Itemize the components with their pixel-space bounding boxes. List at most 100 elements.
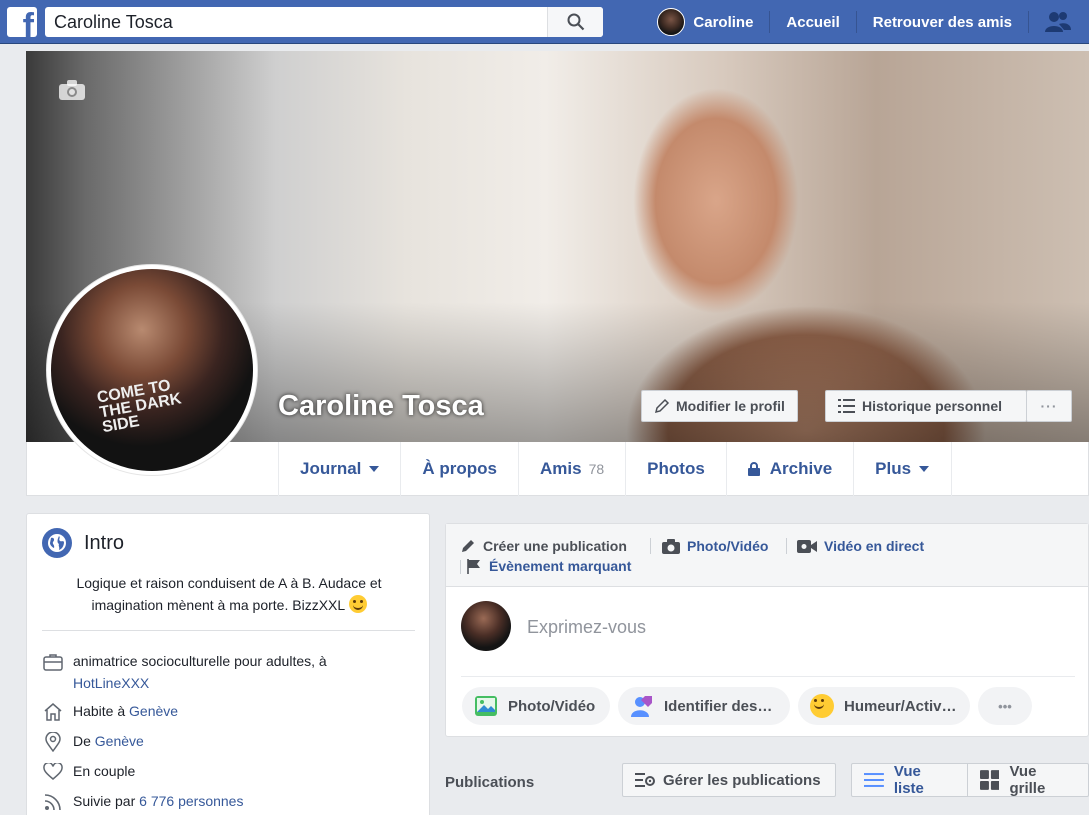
- manage-posts-icon: [635, 773, 655, 787]
- tab-archive-label: Archive: [769, 459, 833, 478]
- composer-input[interactable]: Exprimez-vous: [527, 617, 646, 638]
- profile-picture[interactable]: COME TO THE DARK SIDE: [46, 264, 258, 476]
- nav-home-label: Accueil: [786, 13, 840, 31]
- tab-photos-label: Photos: [647, 459, 705, 478]
- more-actions-button[interactable]: •••: [978, 687, 1032, 725]
- nav-home[interactable]: Accueil: [770, 11, 857, 33]
- nav-avatar: [657, 8, 686, 36]
- nav-profile[interactable]: Caroline: [641, 8, 771, 36]
- activity-log-label: Historique personnel: [862, 398, 1003, 414]
- more-options-dots: ···: [1040, 398, 1058, 414]
- work-link[interactable]: HotLineXXX: [73, 675, 149, 691]
- more-options-button[interactable]: ···: [1026, 390, 1072, 422]
- from-text: De: [73, 733, 91, 749]
- tab-photos[interactable]: Photos: [625, 442, 726, 496]
- lives-link[interactable]: Genève: [129, 703, 178, 719]
- grid-view-icon: [979, 770, 1000, 790]
- info-work: animatrice socioculturelle pour adultes,…: [41, 650, 411, 694]
- followers-link[interactable]: 6 776 personnes: [139, 793, 243, 809]
- video-camera-icon: [797, 539, 817, 553]
- tab-more[interactable]: Plus: [853, 442, 953, 496]
- nav-find-friends-label: Retrouver des amis: [872, 13, 1012, 31]
- create-post-tab[interactable]: Créer une publication: [460, 538, 627, 554]
- info-relationship: En couple: [41, 760, 411, 784]
- update-cover-button[interactable]: [58, 79, 86, 106]
- list-icon: [838, 399, 855, 413]
- photo-video-tab[interactable]: Photo/Vidéo: [662, 538, 768, 554]
- nav-find-friends[interactable]: Retrouver des amis: [857, 11, 1029, 33]
- intro-bio: Logique et raison conduisent de A à B. A…: [51, 572, 407, 616]
- smiley-icon: [810, 694, 834, 718]
- briefcase-icon: [43, 654, 63, 671]
- intro-bio-text: Logique et raison conduisent de A à B. A…: [76, 575, 382, 613]
- profile-tabs: Journal À propos Amis 78 Photos Archive P…: [278, 442, 953, 496]
- list-view-label: Vue liste: [893, 763, 924, 797]
- followed-text: Suivie par: [73, 793, 136, 809]
- photo-video-tab-label: Photo/Vidéo: [687, 538, 769, 554]
- facebook-logo[interactable]: f: [7, 7, 37, 37]
- edit-profile-label: Modifier le profil: [676, 398, 785, 414]
- live-video-tab[interactable]: Vidéo en direct: [797, 538, 924, 554]
- pencil-icon: [462, 540, 474, 552]
- edit-profile-button[interactable]: Modifier le profil: [641, 390, 798, 422]
- list-view-icon: [864, 773, 884, 787]
- feeling-activity-label: Humeur/Activ…: [844, 697, 957, 715]
- life-event-label: Évènement marquant: [489, 558, 632, 574]
- top-navigation-bar: f Caroline Accueil Retrouver des amis: [0, 0, 1089, 44]
- photo-icon: [475, 696, 497, 716]
- tab-friends-label: Amis: [540, 459, 582, 478]
- search-icon: [567, 13, 584, 31]
- profile-name: Caroline Tosca: [278, 390, 484, 422]
- tag-friends-icon: [631, 696, 652, 717]
- search-input[interactable]: [45, 7, 545, 37]
- tab-about[interactable]: À propos: [400, 442, 518, 496]
- post-composer: Créer une publication Photo/Vidéo Vidéo …: [445, 523, 1089, 737]
- nav-profile-label: Caroline: [693, 13, 754, 31]
- manage-posts-button[interactable]: Gérer les publications: [622, 763, 836, 797]
- photo-video-button-label: Photo/Vidéo: [508, 697, 596, 715]
- tag-friends-label: Identifier des…: [664, 697, 773, 715]
- manage-posts-label: Gérer les publications: [663, 771, 821, 789]
- composer-separator: [460, 560, 461, 574]
- heart-icon: [43, 763, 63, 780]
- search-box: [45, 7, 603, 37]
- composer-header: Créer une publication Photo/Vidéo Vidéo …: [446, 524, 1088, 587]
- friends-count: 78: [588, 461, 605, 477]
- nav-friend-requests[interactable]: [1029, 11, 1089, 33]
- tag-friends-button[interactable]: Identifier des…: [618, 687, 790, 725]
- rss-icon: [44, 794, 61, 811]
- photo-video-button[interactable]: Photo/Vidéo: [462, 687, 610, 725]
- caret-down-icon: [369, 466, 380, 472]
- search-button[interactable]: [547, 7, 603, 37]
- pencil-icon: [654, 398, 670, 414]
- flag-icon: [467, 559, 480, 574]
- camera-icon: [662, 538, 680, 554]
- view-toggle: Vue liste Vue grille: [851, 763, 1089, 797]
- from-link[interactable]: Genève: [95, 733, 144, 749]
- intro-header: Intro: [42, 528, 124, 558]
- tab-more-label: Plus: [875, 459, 912, 478]
- tab-friends[interactable]: Amis 78: [518, 442, 625, 496]
- composer-divider: [461, 676, 1075, 677]
- feeling-activity-button[interactable]: Humeur/Activ…: [798, 687, 970, 725]
- relationship-text: En couple: [73, 763, 136, 779]
- smiley-icon: [348, 595, 367, 613]
- publications-label: Publications: [445, 774, 535, 791]
- list-view-button[interactable]: Vue liste: [852, 763, 967, 797]
- grid-view-label: Vue grille: [1009, 763, 1046, 797]
- location-pin-icon: [45, 732, 61, 752]
- activity-log-button[interactable]: Historique personnel: [825, 390, 1027, 422]
- life-event-tab[interactable]: Évènement marquant: [466, 558, 631, 574]
- info-lives: Habite à Genève: [41, 700, 411, 724]
- friends-icon: [1045, 12, 1071, 32]
- camera-icon: [59, 80, 85, 100]
- intro-card: Intro Logique et raison conduisent de A …: [26, 513, 430, 815]
- composer-avatar: [461, 601, 511, 651]
- live-video-label: Vidéo en direct: [824, 538, 925, 554]
- tab-about-label: À propos: [422, 459, 498, 478]
- tab-journal[interactable]: Journal: [278, 442, 400, 496]
- grid-view-button[interactable]: Vue grille: [966, 763, 1088, 797]
- globe-icon: [42, 528, 72, 558]
- more-dots-icon: •••: [998, 698, 1012, 714]
- tab-archive[interactable]: Archive: [725, 442, 853, 496]
